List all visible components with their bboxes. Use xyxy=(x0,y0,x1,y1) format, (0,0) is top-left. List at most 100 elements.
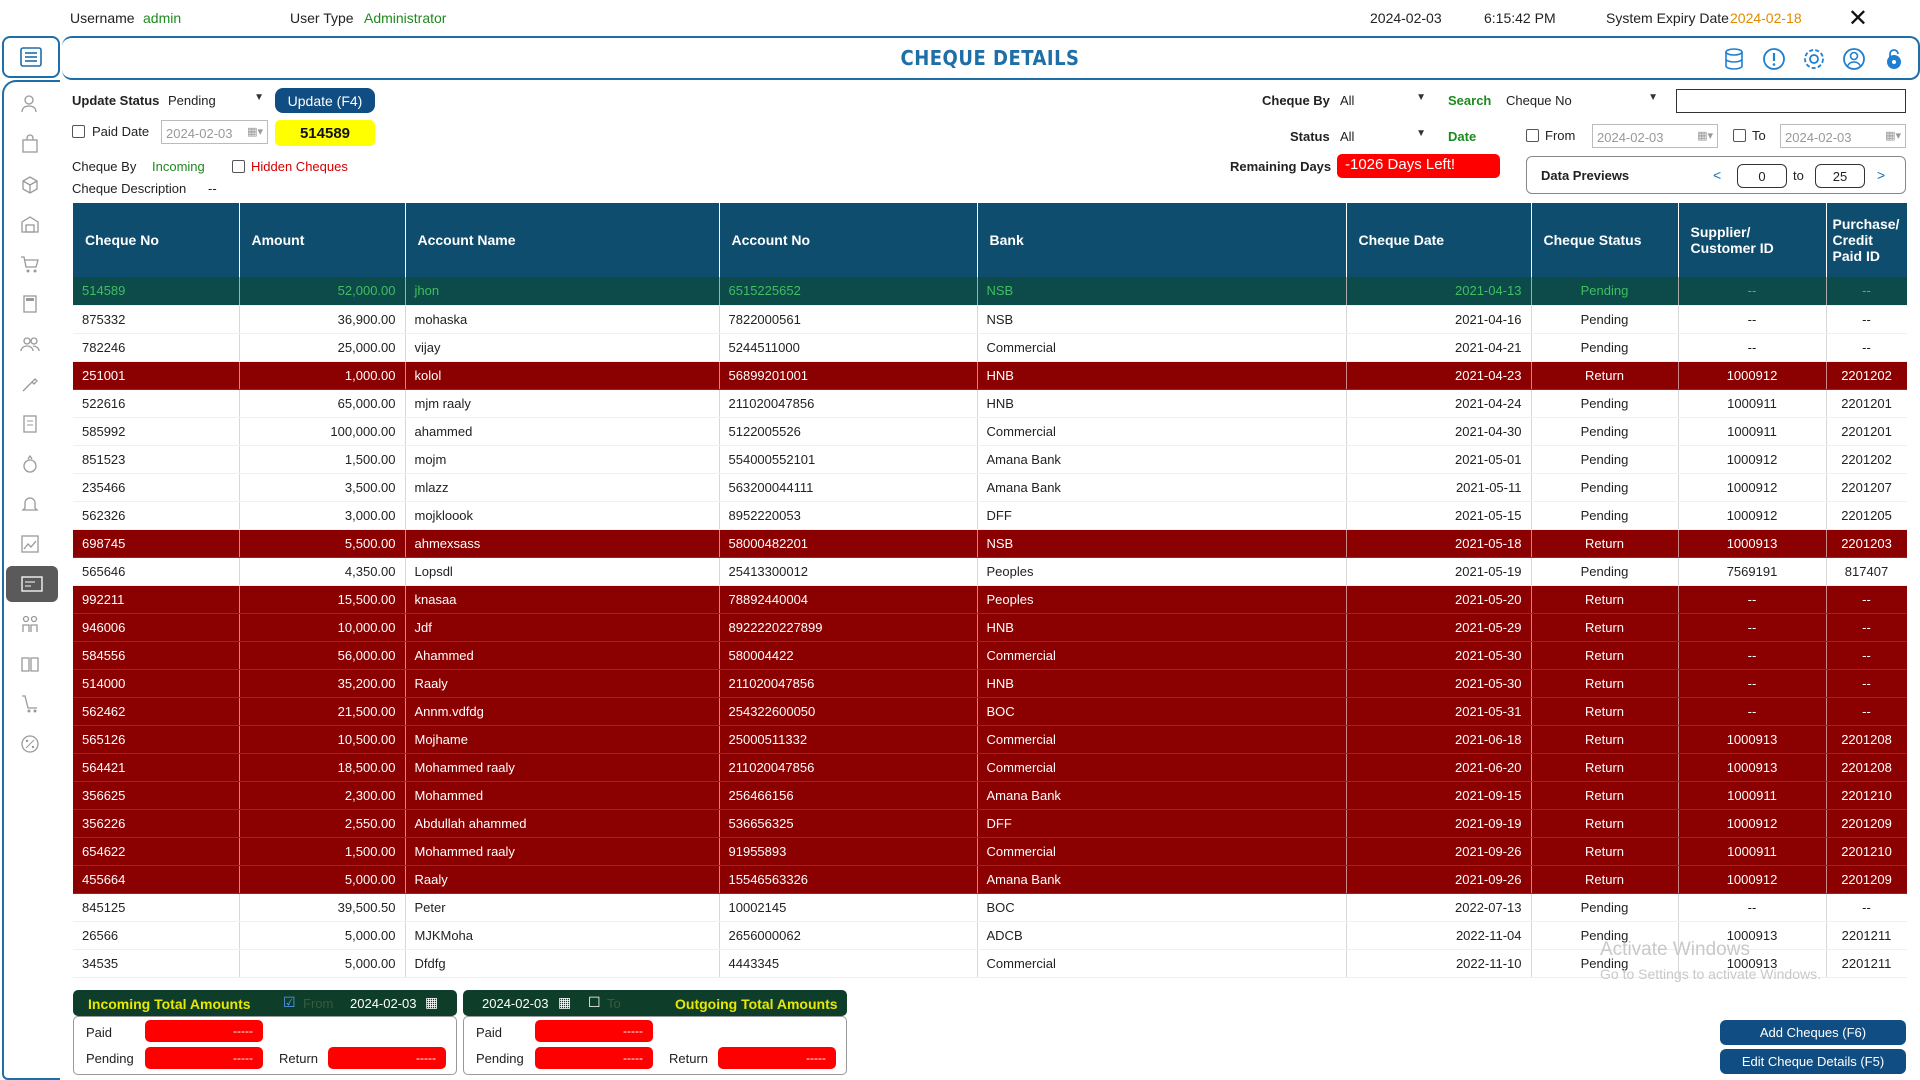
tools-icon[interactable] xyxy=(18,372,42,396)
next-page-button[interactable]: > xyxy=(1877,167,1885,183)
column-header[interactable]: Account Name xyxy=(405,203,720,277)
incoming-from-date[interactable]: 2024-02-03 xyxy=(350,996,417,1011)
usertype-label: User Type xyxy=(290,10,354,26)
table-cell-amount: 65,000.00 xyxy=(239,389,406,418)
alert-icon[interactable] xyxy=(1762,47,1786,71)
trolley-icon[interactable] xyxy=(18,692,42,716)
table-row[interactable]: 562326 3,000.00 mojkloook 8952220053 DFF 2021… xyxy=(73,501,1907,530)
employees-icon[interactable] xyxy=(18,612,42,636)
cart-icon[interactable] xyxy=(18,252,42,276)
to-checkbox[interactable] xyxy=(1733,129,1746,142)
table-cell-no: 34535 xyxy=(73,949,240,978)
table-row[interactable]: 845125 39,500.50 Peter 10002145 BOC 2022-07-1… xyxy=(73,893,1907,922)
to-date-picker[interactable]: 2024-02-03 ▦▾ xyxy=(1780,124,1906,148)
table-row[interactable]: 851523 1,500.00 mojm 554000552101 Amana Bank… xyxy=(73,445,1907,474)
table-cell-no: 564421 xyxy=(73,753,240,782)
money-bag-icon[interactable] xyxy=(18,452,42,476)
add-cheques-button[interactable]: Add Cheques (F6) xyxy=(1720,1020,1906,1045)
bell-icon[interactable] xyxy=(18,492,42,516)
table-row[interactable]: 356625 2,300.00 Mohammed 256466156 Amana Ban… xyxy=(73,781,1907,810)
column-header[interactable]: Cheque No xyxy=(73,203,240,277)
table-row[interactable]: 251001 1,000.00 kolol 56899201001 HNB 2021-04… xyxy=(73,361,1907,390)
table-row[interactable]: 992211 15,500.00 knasaa 78892440004 Peoples 2… xyxy=(73,585,1907,614)
top-bar: Username admin User Type Administrator 2… xyxy=(0,0,1920,36)
outgoing-to-checkbox[interactable]: ☐ xyxy=(588,994,601,1011)
cheque-icon[interactable] xyxy=(6,566,58,602)
column-header[interactable]: Amount xyxy=(239,203,406,277)
menu-button[interactable] xyxy=(2,36,60,78)
table-row[interactable]: 584556 56,000.00 Ahammed 580004422 Commercia… xyxy=(73,641,1907,670)
discount-icon[interactable] xyxy=(18,732,42,756)
table-row[interactable]: 514000 35,200.00 Raaly 211020047856 HNB 2021-… xyxy=(73,669,1907,698)
status-select[interactable]: All ▼ xyxy=(1334,124,1430,148)
table-row[interactable]: 235466 3,500.00 mlazz 563200044111 Amana Ban… xyxy=(73,473,1907,502)
column-header[interactable]: Cheque Status xyxy=(1531,203,1679,277)
table-cell-no: 562326 xyxy=(73,501,240,530)
calendar-icon[interactable]: ▦ xyxy=(425,994,438,1011)
gear-icon[interactable] xyxy=(1802,47,1826,71)
table-row[interactable]: 455664 5,000.00 Raaly 15546563326 Amana Bank… xyxy=(73,865,1907,894)
paid-date-checkbox[interactable] xyxy=(72,125,85,138)
database-icon[interactable] xyxy=(1722,47,1746,71)
book-icon[interactable] xyxy=(18,652,42,676)
table-cell-bank: Amana Bank xyxy=(977,473,1347,502)
table-cell-date: 2021-09-15 xyxy=(1346,781,1532,810)
table-cell-status: Pending xyxy=(1531,305,1679,334)
table-row[interactable]: 782246 25,000.00 vijay 5244511000 Commercial… xyxy=(73,333,1907,362)
hidden-cheques-checkbox[interactable] xyxy=(232,160,245,173)
table-row[interactable]: 356226 2,550.00 Abdullah ahammed 536656325 D… xyxy=(73,809,1907,838)
from-date-picker[interactable]: 2024-02-03 ▦▾ xyxy=(1592,124,1718,148)
preview-from-input[interactable]: 0 xyxy=(1737,164,1787,188)
preview-to-input[interactable]: 25 xyxy=(1815,164,1865,188)
chart-icon[interactable] xyxy=(18,532,42,556)
table-cell-sup: 1000912 xyxy=(1678,809,1827,838)
column-header[interactable]: Cheque Date xyxy=(1346,203,1532,277)
incoming-from-label: From xyxy=(303,996,334,1011)
table-row[interactable]: 698745 5,500.00 ahmexsass 58000482201 NSB 202… xyxy=(73,529,1907,558)
outgoing-to-date[interactable]: 2024-02-03 xyxy=(482,996,549,1011)
table-row[interactable]: 654622 1,500.00 Mohammed raaly 91955893 Comm… xyxy=(73,837,1907,866)
user-icon[interactable] xyxy=(18,92,42,116)
warehouse-icon[interactable] xyxy=(18,212,42,236)
calculator-icon[interactable] xyxy=(18,292,42,316)
search-field-select[interactable]: Cheque No ▼ xyxy=(1500,88,1662,112)
from-checkbox[interactable] xyxy=(1526,129,1539,142)
profile-icon[interactable] xyxy=(1842,47,1866,71)
report-icon[interactable] xyxy=(18,412,42,436)
table-row[interactable]: 875332 36,900.00 mohaska 7822000561 NSB 2021-… xyxy=(73,305,1907,334)
column-header[interactable]: Purchase/ Credit Paid ID xyxy=(1826,203,1907,277)
table-row[interactable]: 522616 65,000.00 mjm raaly 211020047856 HNB 2… xyxy=(73,389,1907,418)
incoming-from-checkbox[interactable]: ☑ xyxy=(283,994,296,1011)
table-cell-amount: 3,500.00 xyxy=(239,473,406,502)
column-header[interactable]: Supplier/ Customer ID xyxy=(1678,203,1827,277)
table-row[interactable]: 565646 4,350.00 Lopsdl 25413300012 Peoples 20… xyxy=(73,557,1907,586)
outgoing-pending-value: ----- xyxy=(535,1047,653,1069)
table-row[interactable]: 585992 100,000.00 ahammed 5122005526 Commerc… xyxy=(73,417,1907,446)
table-row[interactable]: 946006 10,000.00 Jdf 8922220227899 HNB 2021-0… xyxy=(73,613,1907,642)
column-header[interactable]: Bank xyxy=(977,203,1347,277)
lock-icon[interactable] xyxy=(1882,47,1906,71)
table-row[interactable]: 514589 52,000.00 jhon 6515225652 NSB 2021-04-… xyxy=(73,277,1907,306)
table-cell-pur: -- xyxy=(1826,893,1907,922)
search-input[interactable] xyxy=(1676,89,1906,113)
table-row[interactable]: 565126 10,500.00 Mojhame 25000511332 Commerc… xyxy=(73,725,1907,754)
edit-cheque-details-button[interactable]: Edit Cheque Details (F5) xyxy=(1720,1049,1906,1074)
users-icon[interactable] xyxy=(18,332,42,356)
shopping-bag-icon[interactable] xyxy=(18,132,42,156)
current-time: 6:15:42 PM xyxy=(1484,10,1556,26)
column-header[interactable]: Account No xyxy=(719,203,978,277)
paid-date-picker[interactable]: 2024-02-03 ▦▾ xyxy=(161,120,268,144)
table-cell-bank: HNB xyxy=(977,613,1347,642)
table-cell-bank: NSB xyxy=(977,529,1347,558)
boxes-icon[interactable] xyxy=(18,172,42,196)
calendar-icon[interactable]: ▦ xyxy=(558,994,571,1011)
close-icon[interactable]: ✕ xyxy=(1848,4,1868,33)
table-cell-pur: 2201210 xyxy=(1826,781,1907,810)
table-row[interactable]: 562462 21,500.00 Annm.vdfdg 254322600050 BOC… xyxy=(73,697,1907,726)
filter-cheque-by-select[interactable]: All ▼ xyxy=(1334,88,1430,112)
prev-page-button[interactable]: < xyxy=(1713,167,1721,183)
table-row[interactable]: 564421 18,500.00 Mohammed raaly 21102004785… xyxy=(73,753,1907,782)
update-button[interactable]: Update (F4) xyxy=(275,88,375,113)
table-cell-pur: -- xyxy=(1826,613,1907,642)
update-status-select[interactable]: Pending ▼ xyxy=(162,88,268,112)
